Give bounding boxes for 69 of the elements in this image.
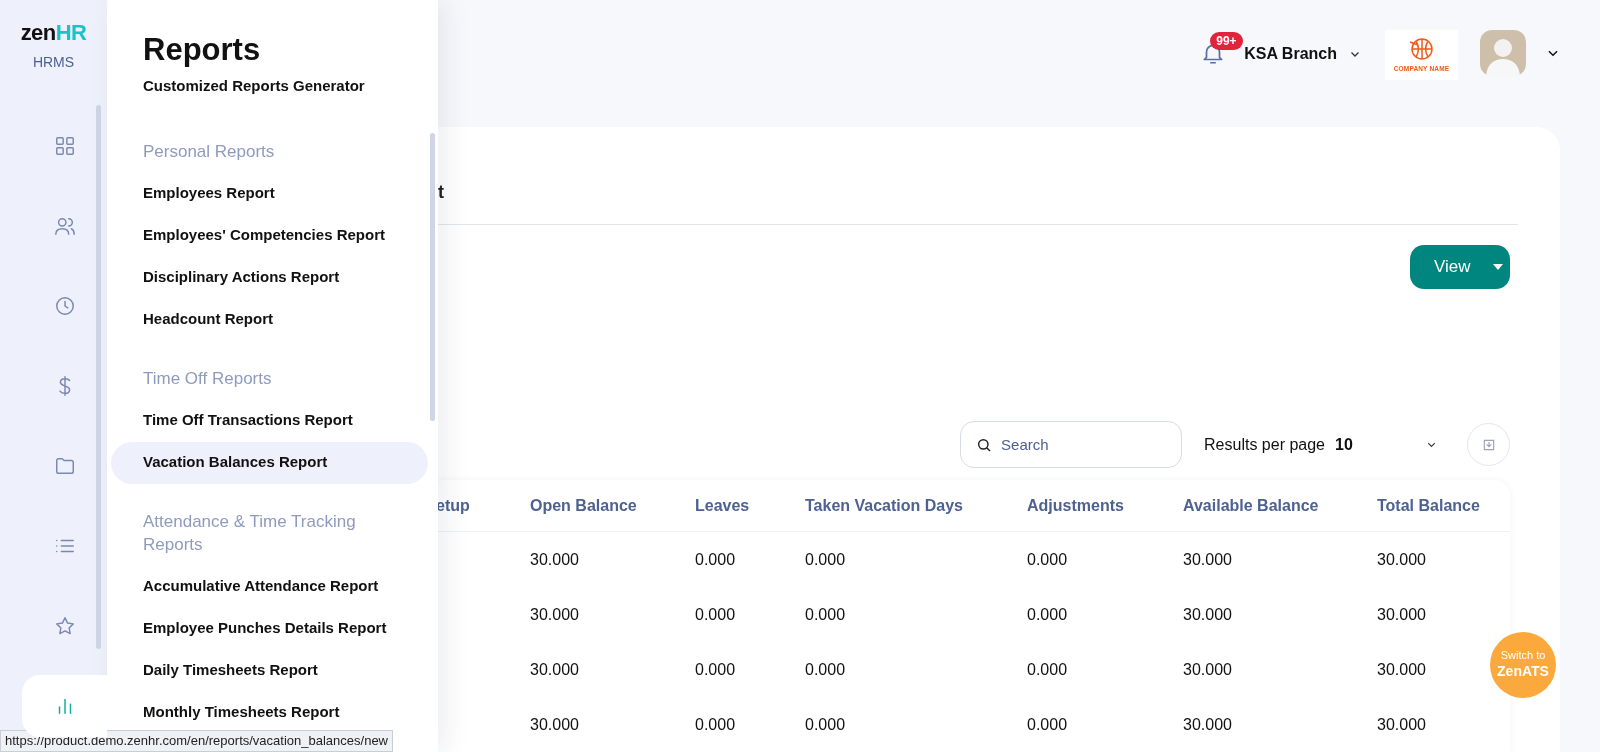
search-icon — [976, 437, 993, 453]
report-link[interactable]: Disciplinary Actions Report — [111, 256, 428, 299]
table-cell-text: 0.000 — [695, 714, 737, 735]
report-link[interactable]: Time Off Transactions Report — [111, 399, 428, 442]
table-cell-text: 30.000 — [530, 714, 580, 735]
column-header[interactable]: Open Balance — [530, 493, 695, 518]
table-cell-text: 30.000 — [1377, 549, 1427, 570]
results-label: Results per page — [1204, 434, 1325, 455]
clock-icon — [53, 295, 76, 317]
download-icon — [1481, 437, 1496, 452]
branch-label: KSA Branch — [1244, 44, 1337, 64]
download-button[interactable] — [1467, 423, 1510, 466]
column-header[interactable]: Leaves — [695, 493, 805, 518]
report-link[interactable]: Employee Punches Details Report — [111, 607, 428, 650]
table-cell-text: 0.000 — [1027, 604, 1069, 625]
column-header[interactable]: Adjustments — [1027, 493, 1183, 518]
branch-dropdown[interactable]: KSA Branch — [1244, 42, 1361, 66]
view-button[interactable]: View — [1410, 245, 1510, 289]
folder-icon — [53, 455, 76, 477]
table-cell-text: 30.000 — [1183, 549, 1233, 570]
notification-badge: 99+ — [1210, 32, 1243, 50]
report-link[interactable]: Daily Timesheets Report — [111, 649, 428, 692]
report-link[interactable]: Employees Report — [111, 172, 428, 215]
avatar-icon — [1480, 30, 1526, 76]
table-cell-text: 30.000 — [530, 659, 580, 680]
section-heading: Attendance & Time Tracking Reports — [142, 510, 357, 556]
logo: zenHR — [20, 22, 87, 44]
column-header[interactable]: etup — [436, 493, 530, 518]
results-select[interactable]: 10 — [1335, 432, 1437, 457]
product-label: HRMS — [32, 53, 75, 72]
search-field[interactable]: Search — [960, 421, 1183, 468]
table-cell-text: 0.000 — [1027, 549, 1069, 570]
user-menu[interactable] — [1480, 30, 1560, 76]
tab-label[interactable]: t — [438, 179, 444, 206]
table-cell-text: 30.000 — [1377, 604, 1427, 625]
report-link[interactable]: Accumulative Attendance Report — [111, 565, 428, 608]
star-icon — [53, 615, 76, 637]
table-cell-text: 30.000 — [1377, 714, 1427, 735]
table-cell-text: 30.000 — [1183, 604, 1233, 625]
column-header[interactable]: Taken Vacation Days — [805, 493, 1027, 518]
table-cell-text: 0.000 — [695, 604, 737, 625]
table-cell-text: 30.000 — [530, 549, 580, 570]
table-cell-text: 0.000 — [695, 549, 737, 570]
table-cell-text: 0.000 — [805, 604, 847, 625]
table-cell-text: 0.000 — [695, 659, 737, 680]
table-cell-text: 0.000 — [1027, 659, 1069, 680]
table-cell-text: 0.000 — [805, 659, 847, 680]
status-url: https://product.demo.zenhr.com/en/reports/vacation_balances/new — [0, 730, 393, 752]
table-cell-text: 30.000 — [1183, 659, 1233, 680]
table-cell-text: 0.000 — [805, 549, 847, 570]
table-cell-text: 30.000 — [530, 604, 580, 625]
section-heading: Time Off Reports — [142, 367, 273, 390]
scrollbar[interactable] — [430, 133, 435, 421]
column-header[interactable]: Total Balance — [1377, 493, 1504, 518]
report-link[interactable]: Vacation Balances Report — [111, 441, 428, 484]
caret-icon — [1492, 264, 1503, 270]
section-heading: Personal Reports — [142, 140, 276, 163]
report-link[interactable]: Headcount Report — [111, 298, 428, 341]
table-cell-text: 30.000 — [1183, 714, 1233, 735]
nav-bar-chart-button[interactable] — [22, 675, 107, 737]
table-cell-text: 0.000 — [805, 714, 847, 735]
grid-icon — [53, 135, 76, 157]
panel-subtitle: Customized Reports Generator — [143, 76, 366, 96]
table-cell-text: 0.000 — [1027, 714, 1069, 735]
report-link[interactable]: Employees' Competencies Report — [111, 214, 428, 257]
people-icon — [53, 215, 76, 237]
panel-title: Reports — [143, 34, 262, 65]
scrollbar[interactable] — [96, 105, 101, 649]
column-header[interactable]: Available Balance — [1183, 493, 1377, 518]
